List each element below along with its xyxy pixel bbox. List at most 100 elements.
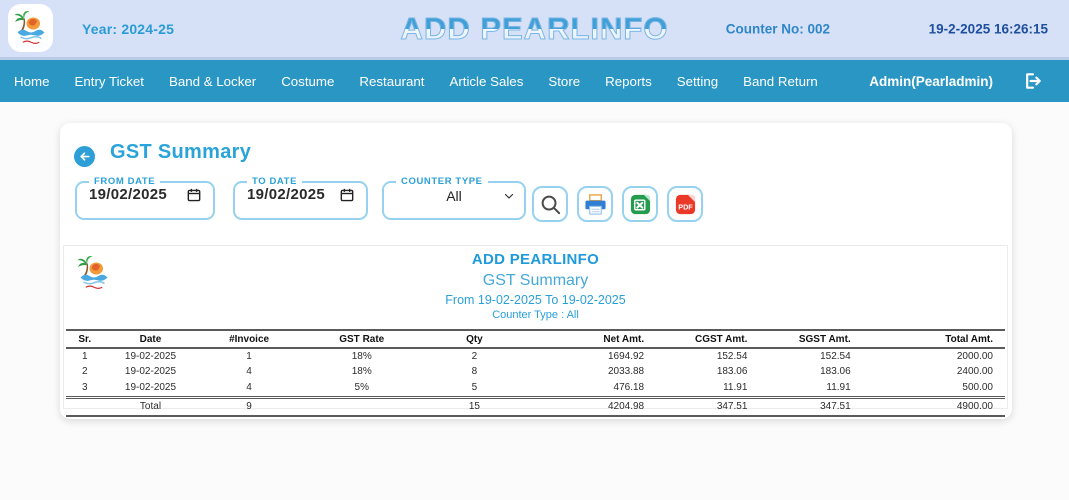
report-header: ADD PEARLINFO GST Summary From 19-02-202… [64, 246, 1007, 321]
column-header: Qty [423, 330, 526, 348]
print-button[interactable] [577, 186, 613, 222]
nav-item-costume[interactable]: Costume [281, 74, 334, 89]
printer-icon [584, 193, 607, 216]
table-cell: 2000.00 [855, 348, 1005, 365]
arrow-left-icon [78, 150, 91, 163]
nav-item-setting[interactable]: Setting [677, 74, 718, 89]
table-cell: 2400.00 [855, 365, 1005, 381]
table-cell: 8 [423, 365, 526, 381]
to-date-input[interactable]: 19/02/2025 [235, 186, 366, 203]
main-nav: Home Entry Ticket Band & Locker Costume Rest… [0, 60, 1069, 102]
nav-item-restaurant[interactable]: Restaurant [359, 74, 424, 89]
action-buttons: PDF [532, 186, 703, 222]
table-cell: 152.54 [751, 348, 854, 365]
total-cell: 347.51 [648, 397, 751, 416]
column-header: SGST Amt. [751, 330, 854, 348]
nav-item-store[interactable]: Store [548, 74, 580, 89]
table-cell: 4 [197, 380, 300, 397]
table-cell: 11.91 [751, 380, 854, 397]
export-pdf-button[interactable]: PDF [667, 186, 703, 222]
total-cell [66, 397, 104, 416]
total-cell: 9 [197, 397, 300, 416]
table-cell: 5% [301, 380, 423, 397]
svg-text:PDF: PDF [678, 202, 693, 211]
table-row: 319-02-202545%5476.1811.9111.91500.00 [66, 380, 1005, 397]
back-button[interactable] [74, 146, 95, 167]
table-cell: 11.91 [648, 380, 751, 397]
report-counter-type: Counter Type : All [64, 309, 1007, 321]
table-row: 119-02-2025118%21694.92152.54152.542000.… [66, 348, 1005, 365]
table-cell: 2033.88 [526, 365, 648, 381]
calendar-icon[interactable] [187, 188, 201, 202]
column-header: Date [104, 330, 198, 348]
table-cell: 1 [197, 348, 300, 365]
table-cell: 476.18 [526, 380, 648, 397]
logout-icon[interactable] [1023, 71, 1043, 91]
nav-item-band-locker[interactable]: Band & Locker [169, 74, 256, 89]
nav-item-band-return[interactable]: Band Return [743, 74, 818, 89]
app-header: Year: 2024-25 ADD PEARLINFO Counter No: … [0, 0, 1069, 60]
table-cell: 152.54 [648, 348, 751, 365]
excel-icon [629, 193, 652, 216]
table-cell: 19-02-2025 [104, 380, 198, 397]
screen: Year: 2024-25 ADD PEARLINFO Counter No: … [0, 0, 1069, 500]
total-cell: 15 [423, 397, 526, 416]
gst-summary-card: GST Summary FROM DATE 19/02/2025 TO DATE… [60, 123, 1012, 419]
company-logo [8, 4, 53, 52]
calendar-icon[interactable] [340, 188, 354, 202]
to-date-field: TO DATE 19/02/2025 [233, 176, 368, 220]
counter-type-select[interactable]: All [384, 188, 524, 204]
table-total-row: Total9154204.98347.51347.514900.00 [66, 397, 1005, 416]
table-cell: 18% [301, 348, 423, 365]
admin-user-menu[interactable]: Admin(Pearladmin) [869, 74, 993, 89]
total-cell: 4900.00 [855, 397, 1005, 416]
nav-item-entry-ticket[interactable]: Entry Ticket [74, 74, 143, 89]
column-header: GST Rate [301, 330, 423, 348]
from-date-input[interactable]: 19/02/2025 [77, 186, 213, 203]
year-label: Year: 2024-25 [82, 21, 174, 37]
table-cell: 2 [66, 365, 104, 381]
column-header: Net Amt. [526, 330, 648, 348]
table-cell: 19-02-2025 [104, 365, 198, 381]
table-cell: 183.06 [648, 365, 751, 381]
total-cell [301, 397, 423, 416]
table-cell: 18% [301, 365, 423, 381]
table-cell: 500.00 [855, 380, 1005, 397]
total-cell: 4204.98 [526, 397, 648, 416]
table-cell: 19-02-2025 [104, 348, 198, 365]
column-header: Sr. [66, 330, 104, 348]
counter-type-label: COUNTER TYPE [396, 176, 488, 187]
chevron-down-icon [503, 190, 515, 202]
table-cell: 183.06 [751, 365, 854, 381]
report-title: GST Summary [64, 272, 1007, 290]
report-preview: ADD PEARLINFO GST Summary From 19-02-202… [63, 245, 1008, 409]
table-row: 219-02-2025418%82033.88183.06183.062400.… [66, 365, 1005, 381]
table-cell: 1694.92 [526, 348, 648, 365]
datetime-label: 19-2-2025 16:26:15 [929, 21, 1048, 36]
report-logo-icon [76, 251, 112, 295]
nav-item-article-sales[interactable]: Article Sales [449, 74, 523, 89]
from-date-field: FROM DATE 19/02/2025 [75, 176, 215, 220]
pdf-icon: PDF [674, 193, 697, 216]
table-cell: 3 [66, 380, 104, 397]
search-button[interactable] [532, 186, 568, 222]
export-excel-button[interactable] [622, 186, 658, 222]
total-cell: 347.51 [751, 397, 854, 416]
table-cell: 5 [423, 380, 526, 397]
report-date-range: From 19-02-2025 To 19-02-2025 [64, 293, 1007, 307]
app-title: ADD PEARLINFO [401, 11, 669, 47]
waterpark-logo-icon [13, 8, 49, 48]
table-cell: 4 [197, 365, 300, 381]
nav-item-reports[interactable]: Reports [605, 74, 652, 89]
table-cell: 2 [423, 348, 526, 365]
page-title: GST Summary [110, 141, 251, 164]
nav-item-home[interactable]: Home [14, 74, 49, 89]
column-header: Total Amt. [855, 330, 1005, 348]
search-icon [539, 193, 562, 216]
table-cell: 1 [66, 348, 104, 365]
report-company-name: ADD PEARLINFO [64, 251, 1007, 268]
counter-type-field: COUNTER TYPE All [382, 176, 526, 220]
table-header-row: Sr.Date#InvoiceGST RateQtyNet Amt.CGST A… [66, 330, 1005, 348]
counter-number: Counter No: 002 [726, 21, 830, 36]
gst-summary-table: Sr.Date#InvoiceGST RateQtyNet Amt.CGST A… [66, 329, 1005, 417]
